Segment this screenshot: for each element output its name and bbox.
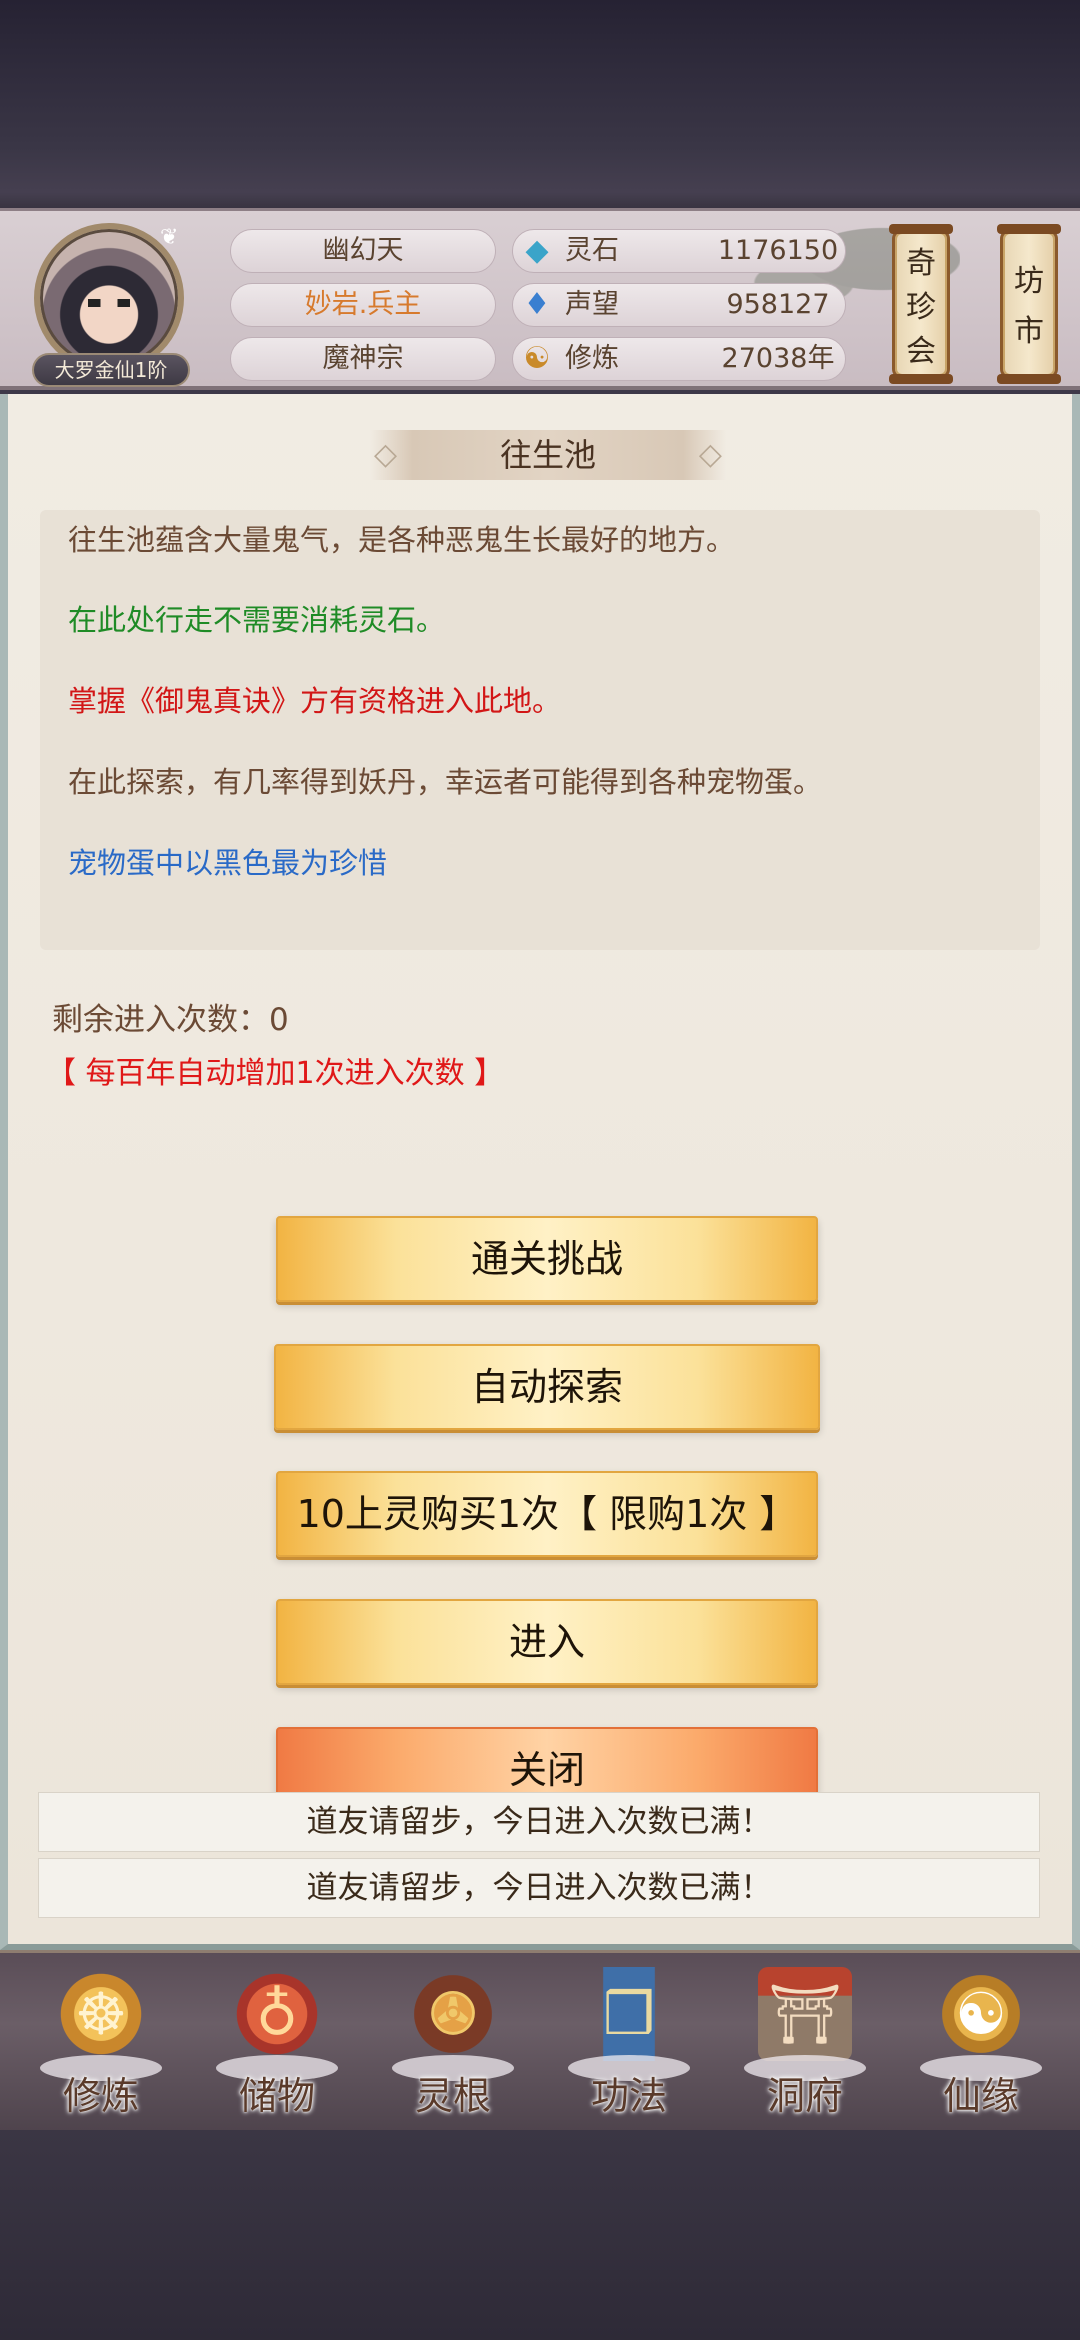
market-button[interactable]: 坊 市 [997,224,1061,384]
desc-line: 宠物蛋中以黑色最为珍惜 [68,846,388,880]
treasure-auction-button[interactable]: 奇 珍 会 [889,224,953,384]
page-title: 往生池 [370,430,726,480]
player-name[interactable]: 妙岩.兵主 [230,283,496,327]
stat-spirit-stone[interactable]: ◆ 灵石 1176150 [512,229,846,273]
stat-cultivation[interactable]: ☯ 修炼 27038年 [512,337,846,381]
avatar-eyes [88,299,130,307]
vbtn-char: 会 [906,334,936,369]
prestige-icon: ♦ [523,287,551,322]
desc-line: 往生池蕴含大量鬼气，是各种恶鬼生长最好的地方。 [68,523,736,557]
vbtn-char: 坊 [1014,264,1044,299]
bottom-nav: ☸ 修炼 ♁ 储物 ✇ 灵根 ❒ 功法 ⛩ 洞府 ☯ 仙缘 [0,1950,1080,2130]
nav-label: 洞府 [766,2074,843,2118]
immortal-fate-icon: ☯ [934,1967,1028,2061]
cave-mansion-icon: ⛩ [758,1967,852,2061]
entry-refill-note: 【 每百年自动增加1次进入次数 】 [46,1056,505,1091]
nav-label: 修炼 [62,2074,139,2118]
stat-prestige[interactable]: ♦ 声望 958127 [512,283,846,327]
technique-book-icon: ❒ [582,1967,676,2061]
spirit-root-icon: ✇ [406,1967,500,2061]
description-box: 往生池蕴含大量鬼气，是各种恶鬼生长最好的地方。 在此处行走不需要消耗灵石。 掌握… [40,510,1040,950]
cultivation-icon: ☯ [523,341,551,376]
nav-label: 灵根 [414,2074,491,2118]
dungeon-panel: 往生池 往生池蕴含大量鬼气，是各种恶鬼生长最好的地方。 在此处行走不需要消耗灵石… [0,394,1080,1950]
desc-line: 在此处行走不需要消耗灵石。 [68,603,446,637]
enter-button[interactable]: 进入 [276,1599,818,1685]
challenge-button[interactable]: 通关挑战 [276,1216,818,1302]
nav-item-cultivate[interactable]: ☸ 修炼 [26,1967,176,2127]
stat-label: 灵石 [565,235,619,266]
nav-item-cave[interactable]: ⛩ 洞府 [730,1967,880,2127]
auto-explore-button[interactable]: 自动探索 [274,1344,820,1430]
player-header: ❦ 大罗金仙1阶 幽幻天 妙岩.兵主 魔神宗 ◆ 灵石 1176150 ♦ 声望… [0,208,1080,390]
nav-item-technique[interactable]: ❒ 功法 [554,1967,704,2127]
stat-value: 27038年 [721,343,835,374]
bird-icon: ❦ [160,225,179,250]
nav-label: 仙缘 [942,2074,1019,2118]
vbtn-char: 奇 [906,246,936,281]
nav-label: 储物 [238,2074,315,2118]
stat-value: 958127 [726,289,830,320]
stat-value: 1176150 [717,235,839,266]
avatar-frame[interactable]: ❦ 大罗金仙1阶 [26,219,192,387]
desc-line: 在此探索，有几率得到妖丹，幸运者可能得到各种宠物蛋。 [68,765,823,799]
nav-label: 功法 [590,2074,667,2118]
toast-message: 道友请留步，今日进入次数已满！ [38,1858,1040,1918]
cultivate-icon: ☸ [54,1967,148,2061]
vbtn-char: 珍 [906,290,936,325]
bottom-backdrop [0,2130,1080,2340]
toast-message: 道友请留步，今日进入次数已满！ [38,1792,1040,1852]
remaining-entries: 剩余进入次数：0 [52,1002,289,1038]
top-backdrop [0,0,1080,210]
stat-label: 声望 [565,289,619,320]
storage-bag-icon: ♁ [230,1967,324,2061]
rank-badge: 大罗金仙1阶 [32,353,190,387]
realm-label: 幽幻天 [230,229,496,273]
vbtn-char: 市 [1014,314,1044,349]
buy-entry-button[interactable]: 10上灵购买1次【 限购1次 】 [276,1471,818,1557]
stat-label: 修炼 [565,343,619,374]
spirit-stone-icon: ◆ [525,233,549,268]
nav-item-storage[interactable]: ♁ 储物 [202,1967,352,2127]
nav-item-fate[interactable]: ☯ 仙缘 [906,1967,1056,2127]
desc-line: 掌握《御鬼真诀》方有资格进入此地。 [68,684,562,718]
nav-item-spirit-root[interactable]: ✇ 灵根 [378,1967,528,2127]
sect-label: 魔神宗 [230,337,496,381]
